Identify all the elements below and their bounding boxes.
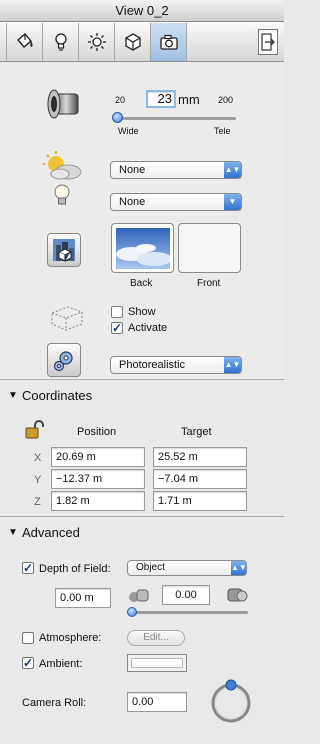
sky-select-value: None	[119, 164, 146, 176]
show-label: Show	[128, 306, 156, 318]
ambient-color-well[interactable]	[127, 654, 187, 672]
bounding-box-icon	[50, 304, 84, 332]
dof-mode-value: Object	[136, 562, 165, 573]
camera-icon	[159, 34, 178, 50]
light-bulb-icon	[54, 33, 67, 51]
tab-materials[interactable]	[6, 23, 43, 61]
front-image-well[interactable]	[178, 223, 241, 273]
depth-of-field-mode-select[interactable]: Object ▲▼	[127, 560, 247, 576]
sun-icon	[87, 33, 106, 51]
camera-roll-field[interactable]: 0.00	[127, 692, 187, 712]
unlock-icon[interactable]	[24, 420, 44, 443]
tab-lights[interactable]	[43, 23, 79, 61]
disclosure-triangle-icon: ▼	[8, 390, 18, 401]
depth-of-field-checkbox[interactable]: ✓	[22, 562, 34, 574]
lens-icon	[42, 86, 82, 122]
camera-roll-label: Camera Roll:	[22, 697, 87, 709]
coordinates-title: Coordinates	[22, 388, 93, 403]
render-mode-select[interactable]: Photorealistic ▲▼	[110, 356, 242, 374]
atmosphere-edit-button[interactable]: Edit...	[127, 630, 185, 646]
disclosure-triangle-icon: ▼	[8, 527, 18, 538]
paint-bucket-icon	[16, 33, 33, 48]
sky-select[interactable]: None ▲▼	[110, 161, 242, 179]
light-select-value: None	[119, 196, 146, 208]
target-y-field[interactable]: −7.04 m	[153, 469, 247, 489]
tab-sun[interactable]	[79, 23, 115, 61]
position-header: Position	[77, 426, 117, 438]
ambient-checkbox[interactable]: ✓	[22, 657, 34, 669]
camera-roll-dial[interactable]	[208, 678, 254, 724]
atmosphere-checkbox[interactable]	[22, 632, 34, 644]
back-label: Back	[130, 278, 153, 289]
environment-icon	[40, 150, 84, 210]
axis-label-y: Y	[34, 474, 42, 486]
target-z-field[interactable]: 1.71 m	[153, 491, 247, 511]
focal-length-field[interactable]: 23	[146, 90, 176, 108]
atmosphere-label: Atmosphere:	[39, 632, 102, 644]
chevron-updown-icon: ▲▼	[224, 357, 241, 373]
coordinates-header[interactable]: ▼ Coordinates	[0, 385, 284, 407]
activate-label: Activate	[128, 322, 168, 334]
focal-unit-label: mm	[178, 92, 200, 107]
focal-slider-thumb[interactable]	[112, 112, 124, 123]
show-checkbox[interactable]	[111, 306, 123, 318]
render-settings-button[interactable]	[47, 343, 81, 377]
dof-distance-field[interactable]: 0.00 m	[55, 588, 111, 608]
buildings-icon	[53, 239, 75, 262]
cube-icon	[124, 33, 141, 51]
detach-panel-button[interactable]	[258, 29, 278, 55]
axis-label-x: X	[34, 452, 42, 464]
dof-slider-track[interactable]	[128, 611, 248, 614]
target-header: Target	[181, 426, 212, 438]
ambient-label: Ambient:	[39, 658, 83, 670]
camera-roll-dial-knob	[225, 679, 237, 691]
back-image-thumbnail	[116, 228, 172, 269]
position-z-field[interactable]: 1.82 m	[51, 491, 145, 511]
tab-camera[interactable]	[151, 23, 187, 61]
chevron-updown-icon: ▲▼	[224, 162, 241, 178]
render-mode-value: Photorealistic	[119, 359, 186, 371]
small-cylinder-icon	[128, 587, 150, 606]
position-y-field[interactable]: −12.37 m	[51, 469, 145, 489]
position-x-field[interactable]: 20.69 m	[51, 447, 145, 467]
focal-max-label: 200	[218, 95, 234, 105]
dof-slider-thumb[interactable]	[127, 607, 137, 617]
toolbar	[0, 22, 284, 62]
tele-label: Tele	[214, 126, 231, 136]
wide-label: Wide	[118, 126, 139, 136]
advanced-header[interactable]: ▼ Advanced	[0, 522, 284, 544]
chevron-down-icon: ▼	[224, 194, 241, 210]
activate-checkbox[interactable]: ✓	[111, 322, 123, 334]
front-label: Front	[197, 278, 221, 289]
focal-min-label: 20	[115, 95, 126, 105]
depth-of-field-label: Depth of Field:	[39, 563, 111, 575]
background-image-button[interactable]	[47, 233, 81, 267]
tab-objects[interactable]	[115, 23, 151, 61]
advanced-title: Advanced	[22, 525, 80, 540]
chevron-updown-icon: ▲▼	[231, 561, 247, 575]
large-cylinder-icon	[226, 587, 248, 606]
detach-panel-icon	[261, 33, 275, 51]
axis-label-z: Z	[34, 496, 41, 508]
focal-slider-track[interactable]	[115, 117, 236, 120]
target-x-field[interactable]: 25.52 m	[153, 447, 247, 467]
dof-amount-field[interactable]: 0.00	[162, 585, 210, 605]
window-title: View 0_2	[0, 0, 284, 22]
ambient-color-swatch	[131, 658, 183, 668]
camera-panel: 20 23 mm 200 Wide Tele None ▲▼ None ▼ Ba…	[0, 62, 284, 380]
divider	[0, 516, 284, 517]
gears-icon	[53, 351, 73, 372]
back-image-well[interactable]	[111, 223, 174, 273]
light-select[interactable]: None ▼	[110, 193, 242, 211]
